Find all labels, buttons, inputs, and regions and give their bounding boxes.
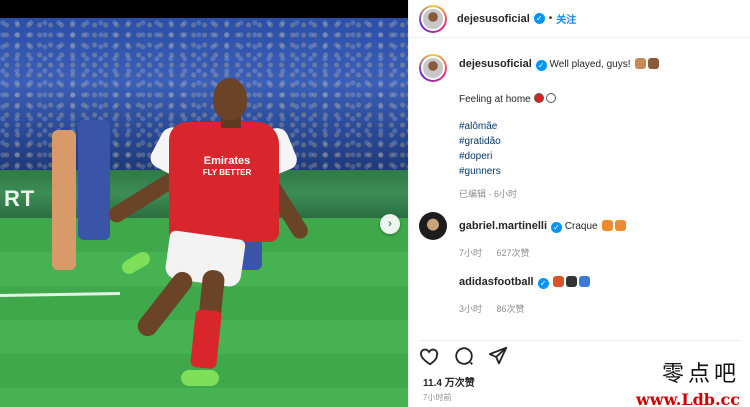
caption-avatar[interactable] <box>419 54 447 82</box>
player-boot <box>119 249 153 277</box>
comment-meta: 3小时 86次赞 <box>459 302 741 315</box>
verified-badge-icon: ✓ <box>535 60 547 71</box>
board-text: RT <box>4 186 36 211</box>
follow-button[interactable]: 关注 <box>556 11 576 26</box>
post-timestamp: 7小时前 <box>423 393 452 402</box>
author-avatar[interactable] <box>419 4 447 33</box>
eyes-emoji-icon <box>566 276 578 287</box>
next-photo-button[interactable]: › <box>380 214 400 234</box>
verified-badge-icon: ✓ <box>533 13 545 24</box>
comment-text: Craque <box>564 221 598 232</box>
author-username[interactable]: dejesusoficial <box>457 13 530 25</box>
red-circle-icon <box>533 93 544 103</box>
caption-line: Feeling at home <box>459 92 741 107</box>
fire-emoji-icon <box>602 220 614 231</box>
hashtag-link[interactable]: #gratidão <box>459 134 741 149</box>
sponsor-line-2: FLY BETTER <box>202 168 252 177</box>
share-icon[interactable] <box>487 345 509 367</box>
caption-text: Well played, guys! <box>549 59 631 70</box>
heart-icon[interactable] <box>419 345 441 367</box>
background-player <box>52 130 76 270</box>
commenter-username[interactable]: adidasfootball <box>459 276 534 288</box>
caption-username[interactable]: dejesusoficial <box>459 58 532 70</box>
comment-time: 3小时 <box>459 304 483 314</box>
comment-item: adidasfootball ✓ 3小时 86次赞 <box>419 268 741 315</box>
comment-time: 7小时 <box>459 248 483 258</box>
hashtag-link[interactable]: #doperi <box>459 149 741 164</box>
player-sock <box>190 308 222 370</box>
caption: dejesusoficial ✓ Well played, guys! Feeli… <box>419 54 741 200</box>
photo-top-bar <box>0 0 408 18</box>
comment-likes[interactable]: 86次赞 <box>497 304 525 314</box>
comment-likes[interactable]: 627次赞 <box>497 248 530 258</box>
post-photo[interactable]: RT Emirates FLY BETTER › <box>0 0 408 407</box>
commenter-avatar[interactable] <box>419 268 447 296</box>
commenter-avatar[interactable] <box>419 212 447 240</box>
hashtag-link[interactable]: #gunners <box>459 164 741 179</box>
watermark-chinese: 零点吧 <box>661 362 740 387</box>
comment-icon[interactable] <box>453 345 475 367</box>
hashtag-link[interactable]: #alômãe <box>459 119 741 134</box>
sponsor-line-1: Emirates <box>203 155 251 167</box>
fire-emoji-icon <box>615 220 627 231</box>
clap-emoji-icon <box>635 58 647 69</box>
white-circle-icon <box>545 93 556 103</box>
hands-emoji-icon <box>648 58 660 69</box>
player-leg <box>133 267 197 341</box>
verified-badge-icon: ✓ <box>537 278 549 289</box>
post-side-panel: dejesusoficial ✓ • 关注 dejesusoficial ✓ We… <box>408 0 750 407</box>
watermark-url: www.Ldb.cc <box>636 390 740 407</box>
shirt-sponsor: Emirates FLY BETTER <box>191 156 263 178</box>
likes-count[interactable]: 11.4 万次赞 <box>423 374 475 389</box>
post-header: dejesusoficial ✓ • 关注 <box>409 0 750 38</box>
celebrating-player: Emirates FLY BETTER <box>95 70 325 400</box>
caption-meta: 已编辑 · 6小时 <box>459 189 518 199</box>
caption-line-text: Feeling at home <box>459 94 531 105</box>
site-watermark: 零点吧 www.Ldb.cc <box>636 356 740 407</box>
player-head <box>213 78 247 120</box>
comment-meta: 7小时 627次赞 <box>459 246 741 259</box>
comment-item: gabriel.martinelli ✓ Craque 7小时 627次赞 <box>419 212 741 259</box>
player-boot <box>181 370 219 386</box>
shirt-emoji-icon <box>553 276 565 287</box>
signal-emoji-icon <box>579 276 591 287</box>
commenter-username[interactable]: gabriel.martinelli <box>459 220 547 232</box>
player-shirt <box>169 122 279 242</box>
verified-badge-icon: ✓ <box>551 222 563 233</box>
separator-dot: • <box>548 13 553 24</box>
